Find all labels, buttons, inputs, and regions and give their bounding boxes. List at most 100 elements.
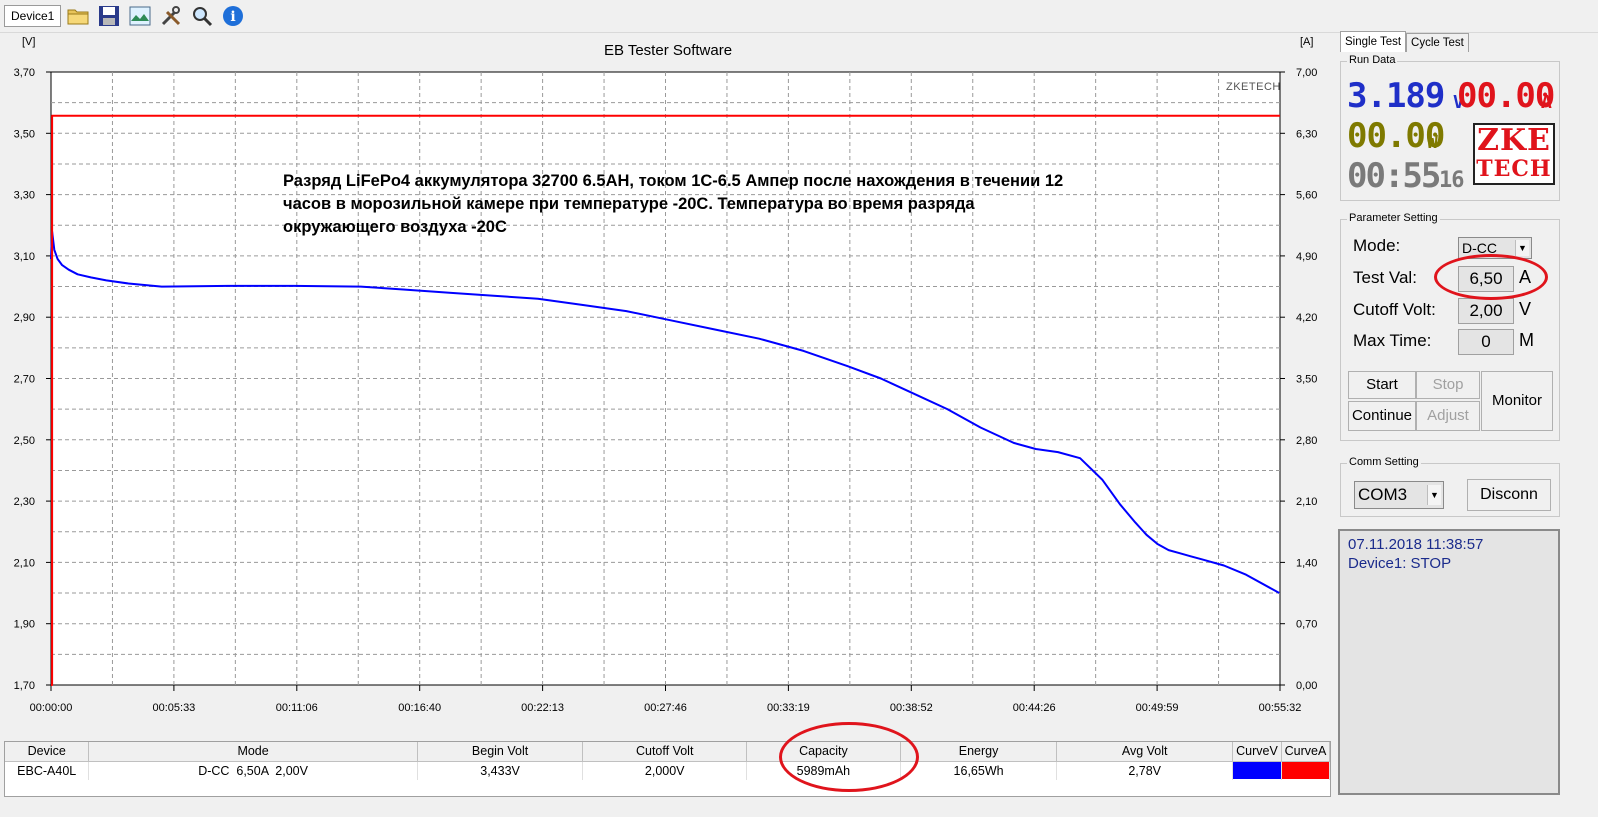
column-header[interactable]: Begin Volt xyxy=(417,742,584,762)
y-tick-label: 3,70 xyxy=(14,67,35,79)
x-tick-label: 00:33:19 xyxy=(767,702,810,714)
y2-tick-label: 2,10 xyxy=(1296,496,1317,508)
y-tick-label: 1,70 xyxy=(14,680,35,692)
device-tab[interactable]: Device1 xyxy=(4,5,62,27)
run-data-group: Run Data 3.189 V 00.00 A 00.00 W 00:55 1… xyxy=(1340,54,1560,201)
y2-tick-label: 5,60 xyxy=(1296,190,1317,202)
cell-avg-volt: 2,78V xyxy=(1056,761,1233,780)
x-tick-label: 00:38:52 xyxy=(890,702,933,714)
column-header[interactable]: Cutoff Volt xyxy=(582,742,748,762)
tab-cycle-test[interactable]: Cycle Test xyxy=(1406,33,1469,52)
max-time-unit: M xyxy=(1519,330,1534,350)
tools-icon[interactable] xyxy=(157,2,185,30)
cell-curve-v[interactable] xyxy=(1232,761,1282,780)
y-tick-label: 2,70 xyxy=(14,374,35,386)
x-tick-label: 00:44:26 xyxy=(1013,702,1056,714)
y2-tick-label: 3,50 xyxy=(1296,374,1317,386)
chart-area: 3,70 3,50 3,30 3,10 2,90 2,70 2,50 2,30 2,10 1,90… xyxy=(0,33,1336,735)
chevron-down-icon[interactable]: ▼ xyxy=(1427,485,1441,505)
group-title: Run Data xyxy=(1347,54,1398,66)
stop-button[interactable]: Stop xyxy=(1416,371,1480,399)
column-header[interactable]: Capacity xyxy=(746,742,901,762)
y-tick-label: 3,10 xyxy=(14,251,35,263)
cell-curve-a[interactable] xyxy=(1281,761,1331,780)
column-header[interactable]: Mode xyxy=(88,742,418,762)
cell-capacity: 5989mAh xyxy=(746,761,901,780)
test-val-field[interactable]: 6,50 xyxy=(1458,266,1514,292)
y-tick-label: 2,10 xyxy=(14,557,35,569)
y-tick-label: 3,50 xyxy=(14,128,35,140)
y-tick-label: 1,90 xyxy=(14,619,35,631)
start-button[interactable]: Start xyxy=(1348,371,1416,399)
voltage-readout: 3.189 xyxy=(1347,76,1445,116)
cell-begin-volt: 3,433V xyxy=(417,761,584,780)
disconnect-button[interactable]: Disconn xyxy=(1467,479,1551,511)
time-readout: 00:55 xyxy=(1347,156,1441,196)
cell-mode: D-CC 6,50A 2,00V xyxy=(88,761,418,780)
tab-single-test[interactable]: Single Test xyxy=(1340,31,1407,52)
y2-tick-label: 4,90 xyxy=(1296,251,1317,263)
test-val-unit: A xyxy=(1519,267,1532,287)
annotation-line: часов в морозильной камере при температу… xyxy=(283,195,975,213)
continue-button[interactable]: Continue xyxy=(1348,401,1416,431)
mode-value: D-CC xyxy=(1462,240,1497,256)
right-panel: Single Test Cycle Test Run Data 3.189 V … xyxy=(1336,31,1598,817)
x-tick-label: 00:49:59 xyxy=(1136,702,1179,714)
column-header[interactable]: Avg Volt xyxy=(1056,742,1233,762)
y-tick-label: 2,90 xyxy=(14,312,35,324)
max-time-label: Max Time: xyxy=(1353,331,1432,350)
annotation-line: окружающего воздуха -20С xyxy=(283,218,507,236)
save-disk-icon[interactable] xyxy=(95,2,123,30)
magnifier-icon[interactable] xyxy=(188,2,216,30)
mode-select[interactable]: D-CC ▼ xyxy=(1458,237,1532,259)
com-port-value: COM3 xyxy=(1358,485,1408,504)
status-log: 07.11.2018 11:38:57 Device1: STOP xyxy=(1338,529,1560,795)
column-header[interactable]: CurveV xyxy=(1232,742,1282,762)
x-tick-label: 00:22:13 xyxy=(521,702,564,714)
cutoff-volt-field[interactable]: 2,00 xyxy=(1458,298,1514,324)
chevron-down-icon[interactable]: ▼ xyxy=(1515,240,1529,256)
y-tick-label: 2,30 xyxy=(14,496,35,508)
zketech-logo: ZKE TECH xyxy=(1473,123,1555,185)
y-tick-label: 2,50 xyxy=(14,435,35,447)
x-tick-label: 00:05:33 xyxy=(152,702,195,714)
monitor-button[interactable]: Monitor xyxy=(1481,371,1553,431)
curve-v-swatch xyxy=(1232,762,1281,780)
info-icon[interactable]: i xyxy=(219,2,247,30)
logo-line: ZKE xyxy=(1477,123,1551,158)
curve-a-swatch xyxy=(1281,762,1329,780)
x-tick-label: 00:27:46 xyxy=(644,702,687,714)
max-time-field[interactable]: 0 xyxy=(1458,329,1514,355)
column-header[interactable]: CurveA xyxy=(1281,742,1331,762)
y2-tick-label: 0,00 xyxy=(1296,680,1317,692)
com-port-select[interactable]: COM3 ▼ xyxy=(1354,481,1444,509)
svg-text:i: i xyxy=(231,9,236,25)
column-header[interactable]: Device xyxy=(5,742,90,762)
chart-image-icon[interactable] xyxy=(126,2,154,30)
adjust-button[interactable]: Adjust xyxy=(1416,401,1480,431)
current-unit: A xyxy=(1541,92,1552,113)
power-unit: W xyxy=(1427,132,1438,153)
x-tick-label: 00:00:00 xyxy=(30,702,73,714)
result-table: Device Mode Begin Volt Cutoff Volt Capac… xyxy=(4,741,1331,797)
group-title: Comm Setting xyxy=(1347,456,1421,468)
table-row[interactable]: EBC-A40L D-CC 6,50A 2,00V 3,433V 2,000V … xyxy=(5,761,1331,780)
cell-cutoff-volt: 2,000V xyxy=(582,761,748,780)
annotation-line: Разряд LiFePo4 аккумулятора 32700 6.5AH,… xyxy=(283,172,1064,190)
column-header[interactable]: Energy xyxy=(900,742,1058,762)
y2-tick-label: 4,20 xyxy=(1296,312,1317,324)
y2-tick-label: 6,30 xyxy=(1296,128,1317,140)
group-title: Parameter Setting xyxy=(1347,212,1440,224)
log-line: 07.11.2018 11:38:57 xyxy=(1348,536,1484,553)
test-tabs: Single Test Cycle Test xyxy=(1340,31,1469,52)
cell-energy: 16,65Wh xyxy=(900,761,1058,780)
y2-tick-label: 0,70 xyxy=(1296,619,1317,631)
left-axis-unit: [V] xyxy=(22,36,36,48)
open-folder-icon[interactable] xyxy=(64,2,92,30)
y2-tick-label: 1,40 xyxy=(1296,557,1317,569)
x-tick-label: 00:55:32 xyxy=(1259,702,1302,714)
x-tick-label: 00:11:06 xyxy=(276,702,318,714)
seconds-readout: 16 xyxy=(1439,168,1464,193)
test-val-label: Test Val: xyxy=(1353,268,1417,287)
watermark: ZKETECH xyxy=(1226,81,1281,93)
